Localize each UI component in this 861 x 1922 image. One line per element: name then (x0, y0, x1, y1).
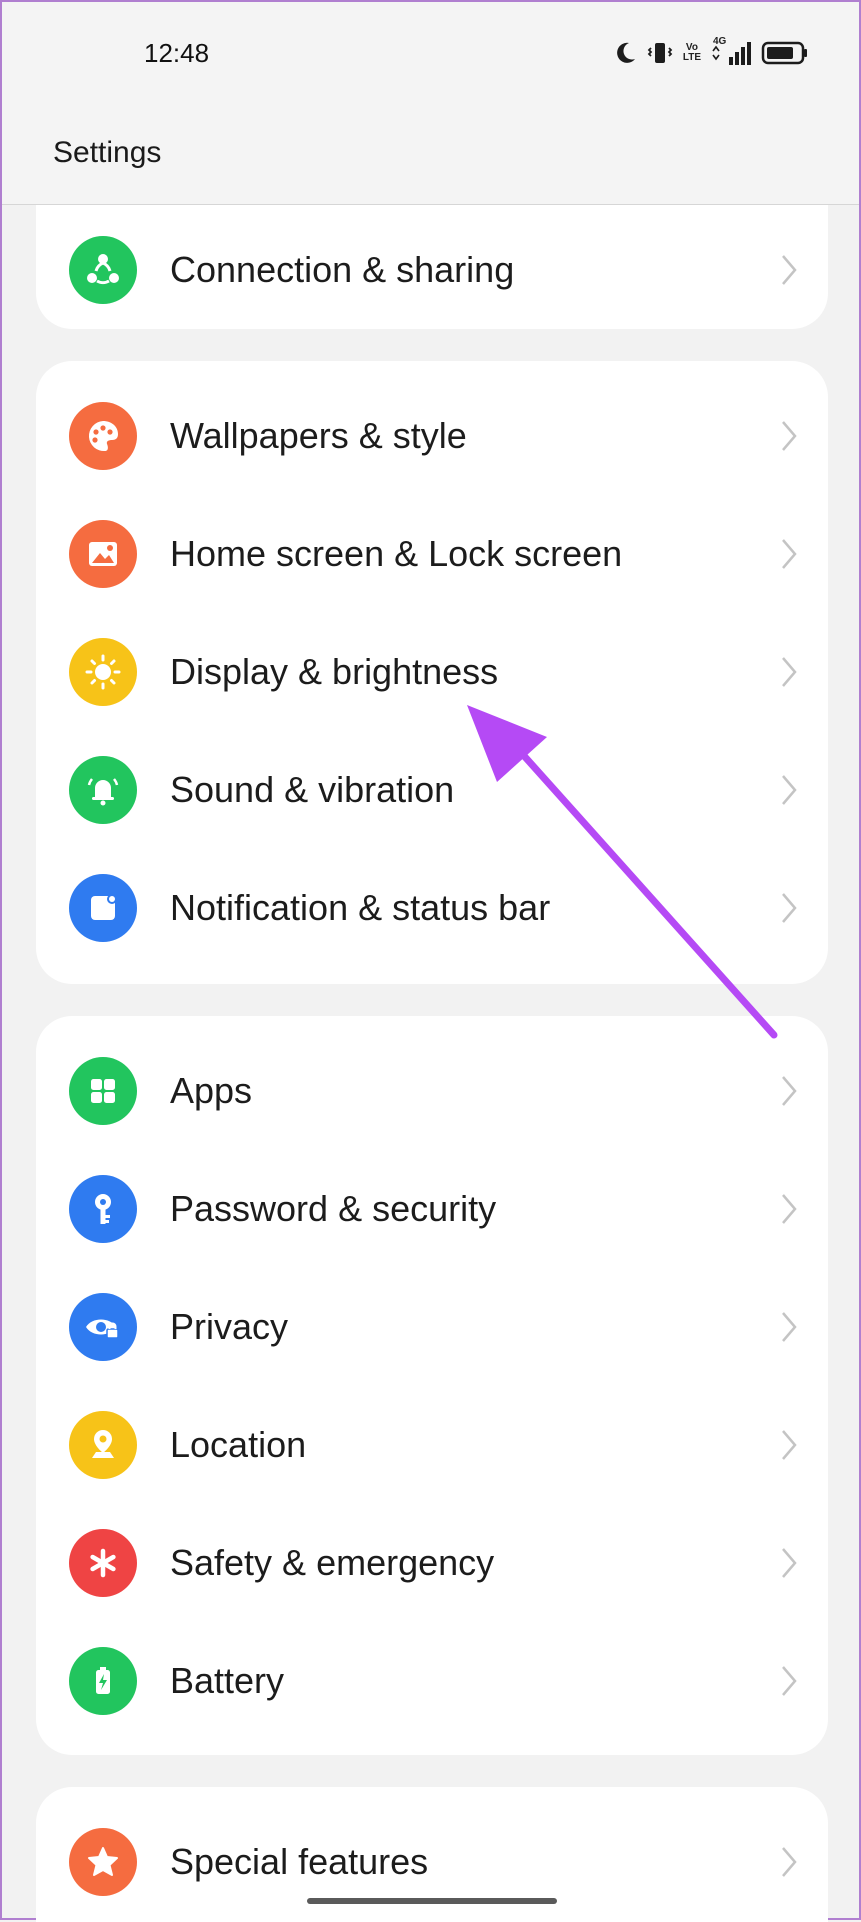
settings-item-notification-status-bar[interactable]: Notification & status bar (36, 849, 828, 967)
palette-icon (69, 402, 137, 470)
settings-item-privacy[interactable]: Privacy (36, 1268, 828, 1386)
settings-item-label: Apps (170, 1070, 253, 1111)
chevron-right-icon (782, 1666, 797, 1696)
chevron-right-icon (782, 1847, 797, 1877)
chevron-right-icon (782, 539, 797, 569)
settings-item-location[interactable]: Location (36, 1386, 828, 1504)
settings-group-connectivity: Connection & sharing (36, 205, 828, 329)
chevron-right-icon (782, 893, 797, 923)
settings-item-label: Connection & sharing (170, 249, 515, 290)
image-icon (69, 520, 137, 588)
settings-item-wallpapers-style[interactable]: Wallpapers & style (36, 377, 828, 495)
star-icon (69, 1828, 137, 1896)
settings-item-label: Password & security (170, 1188, 497, 1229)
settings-item-label: Special features (170, 1841, 429, 1882)
settings-item-label: Display & brightness (170, 651, 499, 692)
chevron-right-icon (782, 1430, 797, 1460)
title-bar: Settings (2, 102, 859, 205)
settings-item-label: Notification & status bar (170, 887, 551, 928)
chevron-right-icon (782, 1548, 797, 1578)
settings-item-label: Privacy (170, 1306, 289, 1347)
volte-icon: Vo LTE (682, 42, 701, 63)
settings-item-apps[interactable]: Apps (36, 1032, 828, 1150)
settings-item-password-security[interactable]: Password & security (36, 1150, 828, 1268)
chevron-right-icon (782, 657, 797, 687)
status-time: 12:48 (144, 38, 210, 68)
share-icon (69, 236, 137, 304)
settings-item-label: Home screen & Lock screen (170, 533, 623, 574)
chevron-right-icon (782, 775, 797, 805)
sun-icon (69, 638, 137, 706)
settings-list[interactable]: Connection & sharing Wallpapers & style … (2, 205, 859, 1922)
location-pin-icon (69, 1411, 137, 1479)
eye-lock-icon (69, 1293, 137, 1361)
settings-item-sound-vibration[interactable]: Sound & vibration (36, 731, 828, 849)
battery-icon (69, 1647, 137, 1715)
chevron-right-icon (782, 421, 797, 451)
asterisk-icon (69, 1529, 137, 1597)
network-type: 4G (713, 36, 727, 47)
settings-item-battery[interactable]: Battery (36, 1622, 828, 1740)
settings-item-home-lock-screen[interactable]: Home screen & Lock screen (36, 495, 828, 613)
page-title: Settings (53, 136, 162, 169)
chevron-right-icon (782, 1312, 797, 1342)
home-indicator[interactable] (307, 1898, 557, 1904)
apps-grid-icon (69, 1057, 137, 1125)
signal-icon: 4G (711, 36, 751, 67)
status-bar: 12:48 Vo LTE 4G (2, 2, 859, 102)
vibrate-icon (647, 40, 673, 66)
chevron-right-icon (782, 1194, 797, 1224)
settings-item-label: Wallpapers & style (170, 415, 467, 456)
settings-item-connection-sharing[interactable]: Connection & sharing (36, 211, 828, 329)
moon-icon (615, 41, 637, 65)
settings-group-system: Apps Password & security Privacy Locatio… (36, 1016, 828, 1755)
notification-icon (69, 874, 137, 942)
chevron-right-icon (782, 255, 797, 285)
bell-icon (69, 756, 137, 824)
settings-item-label: Battery (170, 1660, 285, 1701)
status-icons: Vo LTE 4G (615, 36, 809, 68)
battery-icon (761, 40, 809, 66)
settings-item-safety-emergency[interactable]: Safety & emergency (36, 1504, 828, 1622)
settings-item-display-brightness[interactable]: Display & brightness (36, 613, 828, 731)
settings-item-label: Location (170, 1424, 307, 1465)
key-icon (69, 1175, 137, 1243)
settings-item-label: Safety & emergency (170, 1542, 495, 1583)
chevron-right-icon (782, 1076, 797, 1106)
settings-item-label: Sound & vibration (170, 769, 455, 810)
settings-group-personalization: Wallpapers & style Home screen & Lock sc… (36, 361, 828, 984)
